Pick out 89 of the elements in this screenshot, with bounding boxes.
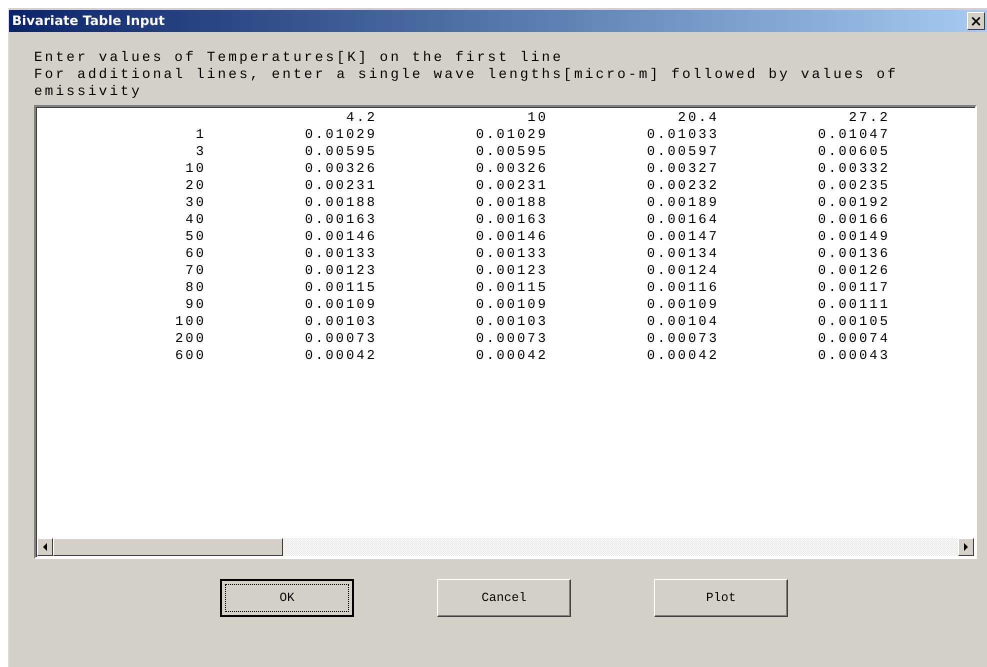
table-cell-text: 0.00124: [646, 264, 719, 279]
table-cell-text: 0.00326: [474, 162, 548, 177]
table-cell-text: 0.00074: [816, 332, 890, 347]
table-cell-text: 0.00326: [304, 162, 377, 177]
table-cell-text: 0.00126: [816, 264, 890, 279]
table-cell-text: 0.00105: [816, 315, 890, 330]
close-button[interactable]: ×: [967, 12, 985, 30]
table-cell-text: 0.00117: [816, 281, 890, 296]
table-cell-text: 0.01033: [646, 128, 719, 143]
table-cell-text: 0.00235: [816, 179, 890, 194]
table-cell-text: 0.00043: [816, 349, 890, 364]
table-cell-text: 0.00115: [474, 281, 548, 296]
table-cell-text: 0.00073: [646, 332, 719, 347]
table-header-cell-text: 10: [526, 111, 548, 126]
table-cell-text: 0.00163: [304, 213, 377, 228]
table-cell-text: 600: [174, 349, 206, 364]
table-cell-text: 0.00123: [304, 264, 377, 279]
instruction-text: Enter values of Temperatures[K] on the first line: [34, 50, 564, 67]
table-cell-text: 0.00163: [474, 213, 548, 228]
table-cell-text: 20: [184, 179, 206, 194]
table-cell-text: 0.00111: [816, 298, 890, 313]
table-cell-text: 0.00103: [304, 315, 377, 330]
scroll-right-button[interactable]: [958, 538, 974, 556]
table-cell-text: 0.00146: [304, 230, 377, 245]
table-cell-text: 0.01029: [304, 128, 377, 143]
table-cell-text: 0.00164: [646, 213, 719, 228]
table-cell-text: 0.00042: [304, 349, 377, 364]
table-cell-text: 0.00149: [816, 230, 890, 245]
table-input-field[interactable]: [34, 105, 977, 559]
table-cell-text: 0.00232: [646, 179, 719, 194]
dialog-button[interactable]: Plot: [654, 579, 788, 617]
table-cell-text: 0.00595: [304, 145, 377, 160]
table-cell-text: 0.00327: [646, 162, 719, 177]
table-cell-text: 0.00042: [646, 349, 719, 364]
table-cell-text: 0.00134: [646, 247, 719, 262]
dialog-button[interactable]: OK: [220, 579, 354, 617]
horizontal-scrollbar[interactable]: [37, 538, 974, 556]
table-cell-text: 100: [174, 315, 206, 330]
table-cell-text: 0.00133: [304, 247, 377, 262]
table-cell-text: 0.01029: [474, 128, 548, 143]
table-cell-text: 0.00103: [474, 315, 548, 330]
table-cell-text: 0.00133: [474, 247, 548, 262]
table-cell-text: 0.00146: [474, 230, 548, 245]
table-cell-text: 0.00595: [474, 145, 548, 160]
table-header-cell-text: 4.2: [345, 111, 377, 126]
table-cell-text: 0.00104: [646, 315, 719, 330]
table-cell-text: 0.00115: [304, 281, 377, 296]
table-cell-text: 0.00042: [474, 349, 548, 364]
table-cell-text: 0.00188: [474, 196, 548, 211]
left-arrow-icon: [42, 543, 48, 551]
table-cell-text: 0.00123: [474, 264, 548, 279]
scroll-left-button[interactable]: [37, 538, 53, 556]
table-cell-text: 0.00136: [816, 247, 890, 262]
instruction-text: emissivity: [34, 84, 144, 101]
table-cell-text: 0.00192: [816, 196, 890, 211]
table-header-cell-text: 27.2: [848, 111, 890, 126]
table-cell-text: 40: [184, 213, 206, 228]
table-cell-text: 0.00109: [474, 298, 548, 313]
table-cell-text: 0.00189: [646, 196, 719, 211]
table-cell-text: 70: [184, 264, 206, 279]
table-cell-text: 60: [184, 247, 206, 262]
table-cell-text: 0.00231: [474, 179, 548, 194]
table-cell-text: 0.00116: [646, 281, 719, 296]
table-cell-text: 90: [184, 298, 206, 313]
table-cell-text: 80: [184, 281, 206, 296]
table-cell-text: 0.00147: [646, 230, 719, 245]
scrollbar-thumb[interactable]: [53, 538, 283, 556]
table-cell-text: 0.00231: [304, 179, 377, 194]
table-cell-text: 0.00332: [816, 162, 890, 177]
instruction-text: For additional lines, enter a single wave lengths[micro-m] followed by values of: [34, 67, 900, 84]
right-arrow-icon: [963, 543, 969, 551]
table-cell-text: 0.01047: [816, 128, 890, 143]
table-cell-text: 0.00188: [304, 196, 377, 211]
table-cell-text: 10: [184, 162, 206, 177]
table-cell-text: 0.00605: [816, 145, 890, 160]
table-cell-text: 0.00109: [304, 298, 377, 313]
dialog-button[interactable]: Cancel: [437, 579, 571, 617]
window-title: Bivariate Table Input: [12, 14, 165, 28]
table-cell-text: 200: [174, 332, 206, 347]
table-cell-text: 1: [194, 128, 206, 143]
table-cell-text: 0.00073: [474, 332, 548, 347]
table-cell-text: 50: [184, 230, 206, 245]
table-cell-text: 0.00109: [646, 298, 719, 313]
table-cell-text: 0.00073: [304, 332, 377, 347]
table-cell-text: 30: [184, 196, 206, 211]
table-cell-text: 0.00597: [646, 145, 719, 160]
table-cell-text: 0.00166: [816, 213, 890, 228]
table-cell-text: 3: [194, 145, 206, 160]
table-header-cell-text: 20.4: [676, 111, 719, 126]
